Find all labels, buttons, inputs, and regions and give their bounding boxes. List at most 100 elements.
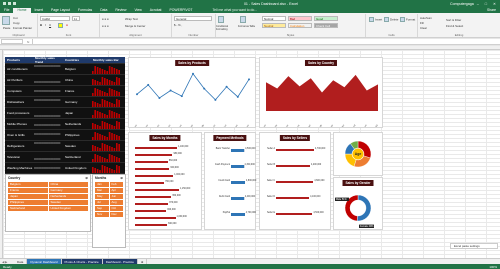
- worksheet[interactable]: Products Monthly sales Trend Countries M…: [0, 46, 500, 258]
- wrap-text-button[interactable]: Wrap Text: [125, 17, 138, 21]
- delete-cells-button[interactable]: Delete: [384, 17, 398, 22]
- sheet-nav-icon[interactable]: ◀ ▶: [0, 260, 14, 264]
- spark-bar: [108, 80, 111, 85]
- font-name-select[interactable]: Calibri: [40, 16, 70, 21]
- age-chart[interactable]: Age: [333, 132, 383, 176]
- sparkbars: [92, 154, 120, 162]
- slicer-item[interactable]: Aug: [109, 200, 123, 205]
- style-neutral[interactable]: Neutral: [262, 23, 286, 28]
- sales-by-sellers-chart[interactable]: Sales by Sellers Seller A 4,700,000 Seller…: [259, 132, 331, 230]
- italic-button[interactable]: I: [45, 23, 46, 27]
- redo-icon[interactable]: [13, 2, 16, 5]
- slicer-item[interactable]: May: [95, 194, 109, 199]
- minimize-icon[interactable]: –: [477, 2, 479, 6]
- slicer-item[interactable]: Netherlands: [48, 194, 88, 199]
- spark-bar: [116, 91, 118, 96]
- payment-methods-chart[interactable]: Payment Methods Bank Transfer 4,500,000 Ca…: [204, 132, 256, 230]
- data-label: 1,100,000: [178, 146, 189, 148]
- find-select-button[interactable]: Find & Select: [446, 24, 463, 28]
- style-good[interactable]: Good: [314, 16, 338, 21]
- spark-bar: [94, 102, 96, 107]
- slicer-item[interactable]: China: [48, 182, 88, 187]
- slicer-item[interactable]: Belgium: [8, 182, 48, 187]
- styles-group: Conditional Formatting Format as Table N…: [216, 14, 366, 37]
- slicer-item[interactable]: Sep: [95, 206, 109, 211]
- cut-button[interactable]: Cut: [13, 16, 18, 20]
- fill-color-icon[interactable]: [58, 23, 64, 28]
- save-icon[interactable]: [3, 2, 6, 5]
- fx-icon[interactable]: fx: [27, 40, 29, 44]
- name-box[interactable]: [1, 39, 23, 44]
- slicer-item[interactable]: Switzerland: [8, 206, 48, 211]
- slicer-item[interactable]: Dec: [109, 212, 123, 217]
- data-point: [147, 83, 150, 86]
- clear-filter-icon[interactable]: ⊘: [85, 176, 88, 180]
- spark-bar: [118, 144, 120, 151]
- slicer-item[interactable]: Mar: [95, 188, 109, 193]
- maximize-icon[interactable]: □: [485, 2, 487, 6]
- sales-by-country-chart[interactable]: Sales by Country Belgium China France Germa…: [259, 57, 383, 139]
- products-table-body: Air conditioners Belgium Air Purifiers Chin…: [5, 63, 125, 184]
- paste-button[interactable]: [2, 16, 11, 25]
- slicer-item[interactable]: Oct: [109, 206, 123, 211]
- sales-by-products-chart[interactable]: Sales by Products Air conditionersAir Pu…: [128, 57, 256, 141]
- sales-by-months-chart[interactable]: Sales by Months 1,100,000 980,000 860,000 9…: [128, 132, 202, 230]
- style-calculation[interactable]: Calculation: [288, 23, 312, 28]
- formula-input[interactable]: [32, 39, 500, 44]
- slicer-item[interactable]: Japan: [8, 194, 48, 199]
- insert-cells-button[interactable]: Insert: [369, 17, 382, 22]
- number-format-select[interactable]: General: [174, 16, 212, 21]
- zoom-level[interactable]: 100%: [489, 265, 497, 269]
- merge-center-button[interactable]: Merge & Center: [125, 24, 145, 28]
- slicer-item[interactable]: Sweden: [48, 200, 88, 205]
- autosum-button[interactable]: AutoSum: [420, 16, 432, 20]
- spark-bar: [118, 158, 120, 162]
- spark-bar: [94, 88, 96, 96]
- user-name[interactable]: Computergaga: [422, 2, 477, 6]
- slicer-item[interactable]: France: [8, 188, 48, 193]
- clear-button[interactable]: Clear: [420, 26, 427, 30]
- format-table-button[interactable]: [240, 16, 247, 23]
- slicer-item[interactable]: Jul: [95, 200, 109, 205]
- sort-filter-button[interactable]: Sort & Filter: [446, 18, 461, 22]
- clear-filter-icon[interactable]: ⊘: [120, 176, 123, 180]
- slicer-item[interactable]: Philippines: [8, 200, 48, 205]
- fill-button[interactable]: Fill: [420, 21, 424, 25]
- format-cells-button[interactable]: Format: [400, 17, 415, 22]
- style-bad[interactable]: Bad: [288, 16, 312, 21]
- font-size-select[interactable]: 11: [72, 16, 80, 21]
- font-color-icon[interactable]: A: [66, 23, 68, 27]
- close-icon[interactable]: ✕: [493, 2, 496, 6]
- x-tick-label: China: [273, 124, 278, 127]
- data-point: [203, 87, 206, 90]
- data-label: 1,000,000: [174, 174, 185, 176]
- copy-button[interactable]: Copy: [13, 21, 20, 25]
- currency-icon[interactable]: $ - % ,: [174, 23, 182, 27]
- paste-settings-toast[interactable]: Excel paste settings: [450, 243, 498, 249]
- editing-label: Editing: [454, 33, 464, 37]
- table-row: Dishwashers Germany: [5, 96, 125, 107]
- slicer-item[interactable]: Germany: [48, 188, 88, 193]
- spark-bar: [101, 157, 104, 162]
- conditional-formatting-button[interactable]: [218, 16, 225, 23]
- sales-by-gender-chart[interactable]: Sales by Gender Male 51% Female 49%: [333, 177, 383, 230]
- align-top-icon[interactable]: ≡ ≡ ≡: [102, 17, 109, 21]
- style-normal[interactable]: Normal: [262, 16, 286, 21]
- underline-button[interactable]: U: [49, 23, 51, 27]
- sparkbars: [92, 143, 120, 151]
- category-label: Bank Transfer: [215, 148, 230, 150]
- bold-button[interactable]: B: [40, 23, 42, 27]
- slicer-item[interactable]: Jun: [109, 194, 123, 199]
- format-painter-button[interactable]: Format Painter: [13, 26, 32, 30]
- category-label: Cash Payment: [214, 164, 230, 166]
- product-name: Air conditioners: [7, 67, 28, 71]
- slicer-item[interactable]: Nov: [95, 212, 109, 217]
- slicer-item[interactable]: Apr: [109, 188, 123, 193]
- slicer-item[interactable]: United Kingdom: [48, 206, 88, 211]
- style-check-cell[interactable]: Check Cell: [314, 23, 338, 28]
- align-left-icon[interactable]: ≡ ≡ ≡: [102, 24, 109, 28]
- spark-bar: [113, 148, 116, 151]
- slicer-item[interactable]: Feb: [109, 182, 123, 187]
- slicer-item[interactable]: Jan: [95, 182, 109, 187]
- undo-icon[interactable]: [8, 2, 11, 5]
